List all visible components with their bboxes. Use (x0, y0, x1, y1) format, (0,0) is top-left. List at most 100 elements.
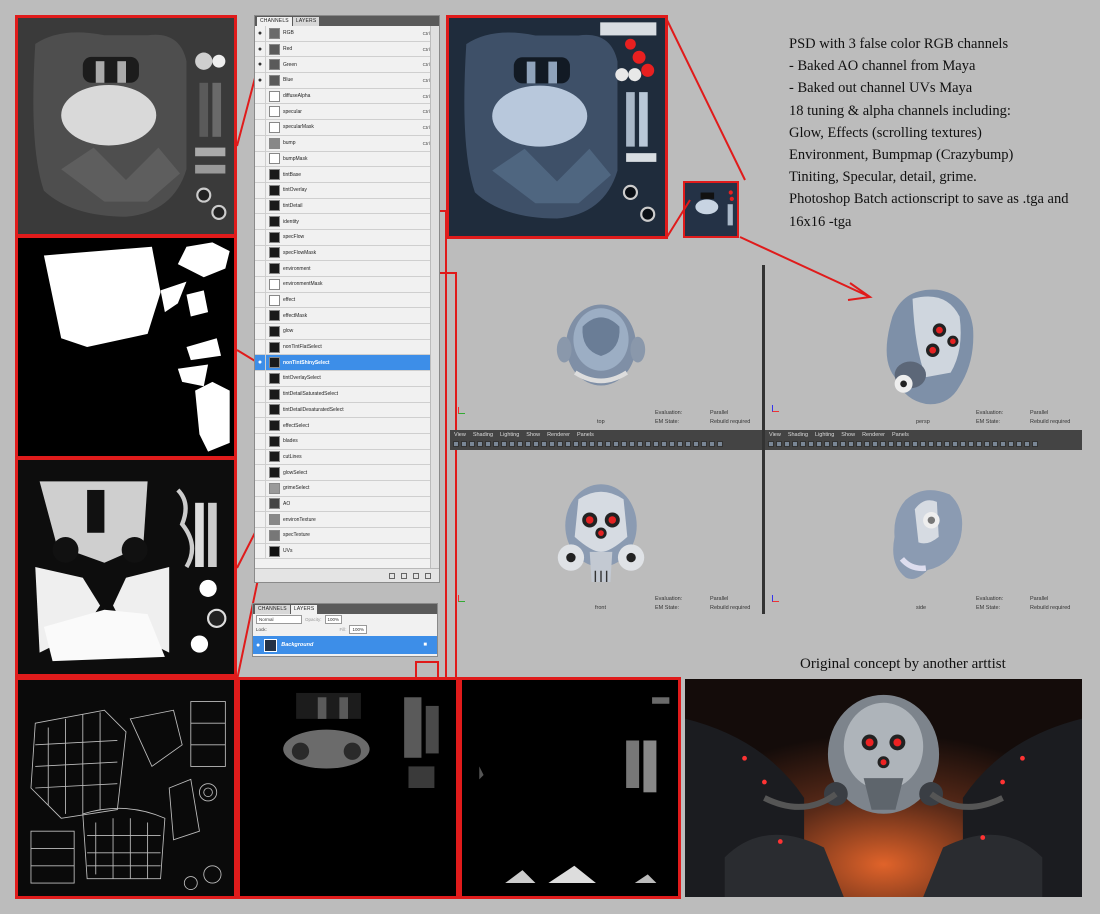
viewport-tool-icon[interactable] (896, 441, 902, 447)
load-selection-icon[interactable] (389, 572, 395, 579)
model-persp-view[interactable] (870, 283, 982, 413)
channel-name[interactable]: specFlow (283, 234, 435, 240)
channel-name[interactable]: tintDetail (283, 203, 435, 209)
channel-name[interactable]: diffuseAlpha (283, 93, 423, 99)
visibility-eye-icon[interactable] (255, 386, 266, 402)
channel-row[interactable]: specTexture (255, 528, 439, 544)
channel-row[interactable]: environTexture (255, 512, 439, 528)
viewport-tool-icon[interactable] (784, 441, 790, 447)
tab-channels[interactable]: CHANNELS (255, 605, 290, 614)
viewport-tool-icon[interactable] (557, 441, 563, 447)
viewport-menu-item[interactable]: Shading (473, 432, 493, 438)
viewport-tool-icon[interactable] (621, 441, 627, 447)
blend-mode-select[interactable]: Normal (256, 614, 302, 624)
channel-row[interactable]: bumpMask (255, 151, 439, 168)
viewport-tool-icon[interactable] (701, 441, 707, 447)
layer-row-background[interactable]: ● Background ■ (253, 636, 437, 654)
viewport-tool-icon[interactable] (864, 441, 870, 447)
channel-name[interactable]: bumpMask (283, 156, 435, 162)
channel-row[interactable]: tintBase (255, 167, 439, 183)
channel-name[interactable]: tintOverlaySelect (283, 375, 435, 381)
viewport-tool-icon[interactable] (693, 441, 699, 447)
viewport-menu-item[interactable]: Show (526, 432, 540, 438)
viewport-tool-icon[interactable] (960, 441, 966, 447)
channel-name[interactable]: tintBase (283, 172, 435, 178)
channel-name[interactable]: specular (283, 109, 423, 115)
visibility-eye-icon[interactable]: ● (255, 41, 266, 57)
viewport-tool-icon[interactable] (517, 441, 523, 447)
save-selection-icon[interactable] (401, 572, 407, 579)
visibility-eye-icon[interactable] (255, 229, 266, 245)
viewport-tool-icon[interactable] (685, 441, 691, 447)
visibility-eye-icon[interactable] (255, 151, 266, 167)
viewport-tool-icon[interactable] (661, 441, 667, 447)
visibility-eye-icon[interactable] (255, 135, 266, 151)
channel-row[interactable]: effectMask (255, 308, 439, 325)
visibility-eye-icon[interactable] (255, 433, 266, 449)
channel-row[interactable]: nonTintFlatSelect (255, 339, 439, 356)
viewport-tool-icon[interactable] (808, 441, 814, 447)
visibility-eye-icon[interactable] (255, 543, 266, 559)
viewport-tool-icon[interactable] (856, 441, 862, 447)
viewport-tool-icon[interactable] (976, 441, 982, 447)
viewport-tool-icon[interactable] (461, 441, 467, 447)
viewport-tool-icon[interactable] (469, 441, 475, 447)
viewport-menu-item[interactable]: Panels (892, 432, 909, 438)
channel-row[interactable]: tintDetailDesaturatedSelect (255, 402, 439, 419)
channel-row[interactable]: bump Ctrl+9 (255, 135, 439, 152)
channel-name[interactable]: Red (283, 46, 423, 52)
opacity-field[interactable]: 100% (324, 614, 343, 624)
model-top-view[interactable] (555, 297, 647, 393)
channel-name[interactable]: Blue (283, 77, 423, 83)
visibility-eye-icon[interactable] (255, 292, 266, 308)
channel-row[interactable]: specularMask Ctrl+8 (255, 120, 439, 136)
visibility-eye-icon[interactable] (255, 418, 266, 433)
viewport-tool-icon[interactable] (581, 441, 587, 447)
channel-name[interactable]: specTexture (283, 532, 435, 538)
channel-row[interactable]: diffuseAlpha Ctrl+6 (255, 88, 439, 105)
channel-row[interactable]: glowSelect (255, 465, 439, 481)
channel-name[interactable]: environTexture (283, 517, 435, 523)
visibility-eye-icon[interactable] (255, 480, 266, 496)
viewport-tool-icon[interactable] (816, 441, 822, 447)
visibility-eye-icon[interactable] (255, 120, 266, 135)
channel-row[interactable]: effect (255, 292, 439, 309)
viewport-tool-icon[interactable] (645, 441, 651, 447)
visibility-eye-icon[interactable] (255, 339, 266, 355)
channel-name[interactable]: specFlowMask (283, 250, 435, 256)
viewport-tool-icon[interactable] (549, 441, 555, 447)
viewport-menu-item[interactable]: Lighting (500, 432, 519, 438)
viewport-tool-icon[interactable] (992, 441, 998, 447)
visibility-eye-icon[interactable] (255, 402, 266, 418)
channel-row[interactable]: ● RGB Ctrl+2 (255, 26, 439, 42)
layer-name[interactable]: Background (281, 642, 419, 648)
viewport-tool-icon[interactable] (888, 441, 894, 447)
viewport-tool-icon[interactable] (525, 441, 531, 447)
channel-name[interactable]: identity (283, 219, 435, 225)
viewport-tool-icon[interactable] (509, 441, 515, 447)
channel-row[interactable]: specFlowMask (255, 245, 439, 262)
visibility-eye-icon[interactable] (255, 198, 266, 214)
channel-name[interactable]: effect (283, 297, 435, 303)
channel-name[interactable]: nonTintShinySelect (283, 360, 435, 366)
channel-name[interactable]: cutLines (283, 454, 435, 460)
channel-row[interactable]: tintDetail (255, 198, 439, 215)
viewport-tool-icon[interactable] (944, 441, 950, 447)
viewport-tool-icon[interactable] (920, 441, 926, 447)
channel-name[interactable]: bump (283, 140, 423, 146)
viewport-tool-icon[interactable] (968, 441, 974, 447)
channel-name[interactable]: Green (283, 62, 423, 68)
viewport-tool-icon[interactable] (477, 441, 483, 447)
viewport-tool-icon[interactable] (840, 441, 846, 447)
viewport-menu-item[interactable]: Show (841, 432, 855, 438)
channel-name[interactable]: glowSelect (283, 470, 435, 476)
visibility-eye-icon[interactable] (255, 277, 266, 292)
viewport-tool-icon[interactable] (669, 441, 675, 447)
channel-row[interactable]: blades (255, 433, 439, 450)
viewport-tool-icon[interactable] (984, 441, 990, 447)
viewport-menu-item[interactable]: Renderer (862, 432, 885, 438)
viewport-tool-icon[interactable] (832, 441, 838, 447)
viewport-tool-icon[interactable] (904, 441, 910, 447)
viewport-tool-icon[interactable] (872, 441, 878, 447)
model-front-view[interactable] (554, 479, 648, 591)
